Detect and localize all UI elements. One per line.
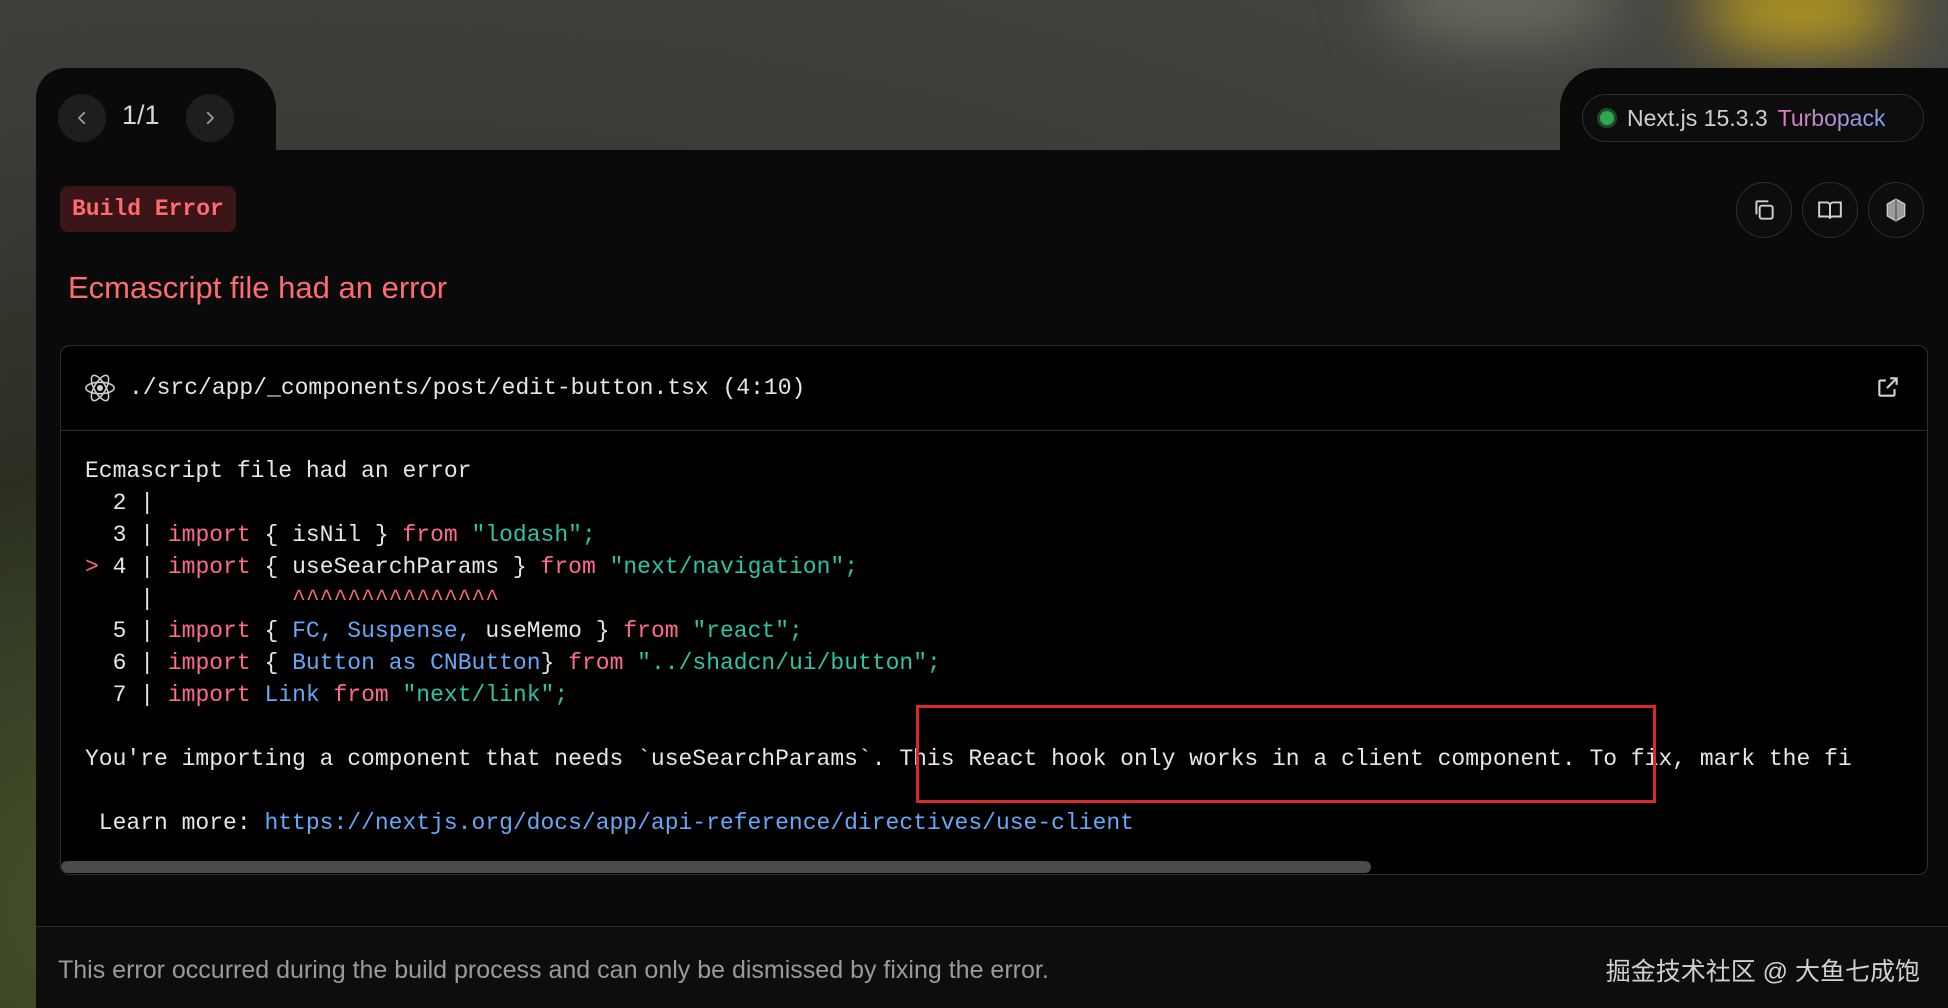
footer-message: This error occurred during the build pro… [58, 956, 1049, 984]
chevron-right-icon [206, 111, 214, 125]
error-pager: 1/1 [122, 100, 160, 130]
build-error-badge: Build Error [60, 186, 236, 232]
next-error-button[interactable] [186, 94, 234, 142]
code-line-caret: | ^^^^^^^^^^^^^^^ [85, 586, 500, 612]
horizontal-scrollbar[interactable] [61, 858, 1927, 874]
backdrop-blur [1380, 0, 1620, 40]
code-line: 3 | import { isNil } from "lodash"; [112, 522, 596, 548]
learn-more-link[interactable]: https://nextjs.org/docs/app/api-referenc… [264, 810, 1134, 836]
highlight-annotation-box [916, 705, 1656, 803]
nextjs-version: Next.js 15.3.3 [1627, 104, 1768, 131]
copy-button[interactable] [1736, 182, 1792, 238]
code-frame-header: ./src/app/_components/post/edit-button.t… [61, 346, 1927, 431]
code-heading: Ecmascript file had an error [85, 458, 472, 484]
file-path-link[interactable]: ./src/app/_components/post/edit-button.t… [129, 375, 805, 401]
error-title: Ecmascript file had an error [68, 270, 448, 305]
scrollbar-thumb[interactable] [61, 861, 1371, 873]
backdrop-blur-yellow [1700, 0, 1900, 50]
code-line: 2 | [112, 490, 155, 516]
copy-icon [1755, 200, 1774, 220]
code-line: 5 | import { FC, Suspense, useMemo } fro… [112, 618, 803, 644]
bundler-label: Turbopack [1777, 104, 1886, 131]
status-dot-icon [1597, 108, 1617, 128]
code-line: 7 | import Link from "next/link"; [112, 682, 569, 708]
code-line-error: > 4 | import { useSearchParams } from "n… [85, 554, 859, 580]
learn-more-label: Learn more: [85, 810, 265, 836]
docs-button[interactable] [1802, 182, 1858, 238]
book-icon [1818, 201, 1842, 219]
prev-error-button[interactable] [58, 94, 106, 142]
open-in-editor-icon[interactable] [1875, 374, 1901, 400]
chevron-left-icon [78, 111, 86, 125]
watermark: 掘金技术社区 @ 大鱼七成饱 [1605, 958, 1920, 986]
code-line: 6 | import { Button as CNButton} from ".… [112, 650, 941, 676]
version-indicator[interactable]: Next.js 15.3.3 Turbopack [1582, 94, 1924, 142]
react-icon [85, 374, 115, 402]
feedback-button[interactable] [1868, 182, 1924, 238]
hexagon-icon [1886, 198, 1906, 222]
